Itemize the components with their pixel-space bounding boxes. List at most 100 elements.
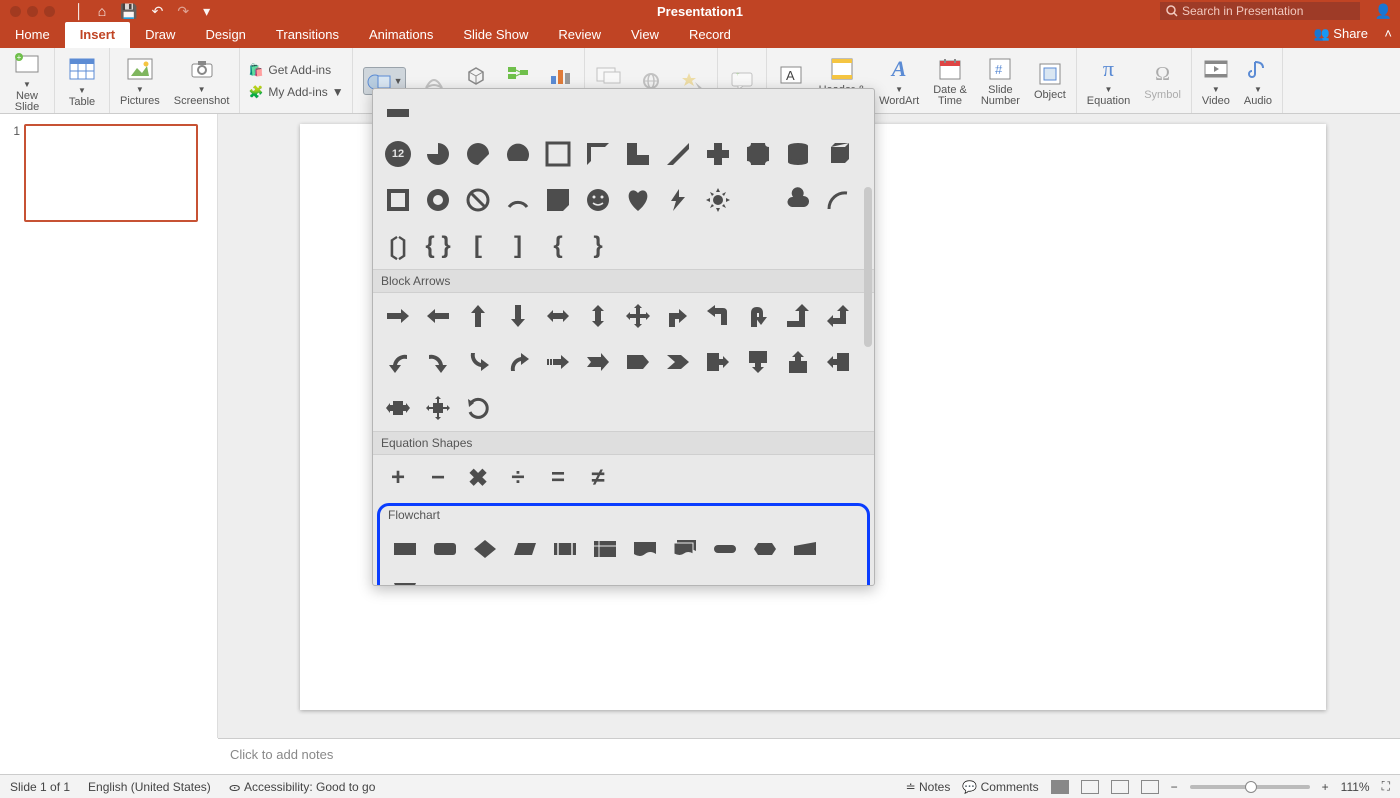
arrow-left-up[interactable] xyxy=(821,299,855,333)
object-button[interactable]: Object xyxy=(1032,58,1068,103)
comments-toggle[interactable]: 💬 Comments xyxy=(962,780,1038,794)
shape-teardrop[interactable] xyxy=(461,137,495,171)
arrow-callout-right[interactable] xyxy=(701,345,735,379)
arrow-bent[interactable] xyxy=(661,299,695,333)
eq-equal[interactable]: = xyxy=(541,461,575,495)
screenshot-button[interactable]: ▼ Screenshot xyxy=(172,53,232,109)
arrow-up[interactable] xyxy=(461,299,495,333)
arrow-notched-right[interactable] xyxy=(581,345,615,379)
home-icon[interactable]: ⌂ xyxy=(98,3,106,19)
shape-no-symbol[interactable] xyxy=(461,183,495,217)
new-slide-button[interactable]: + ▼ New Slide xyxy=(8,46,46,115)
get-addins-button[interactable]: 🛍️Get Add-ins xyxy=(248,62,343,78)
shape-can[interactable] xyxy=(781,137,815,171)
eq-divide[interactable]: ÷ xyxy=(501,461,535,495)
tab-record[interactable]: Record xyxy=(674,22,746,48)
thumb-slide-1[interactable]: 1 xyxy=(8,124,209,222)
shape-plaque[interactable] xyxy=(741,137,775,171)
status-slide[interactable]: Slide 1 of 1 xyxy=(10,780,70,794)
arrow-left[interactable] xyxy=(421,299,455,333)
arrow-pentagon[interactable] xyxy=(621,345,655,379)
shape-right-brace[interactable]: } xyxy=(581,229,615,263)
shape-sun[interactable] xyxy=(701,183,735,217)
min-dot[interactable] xyxy=(27,6,38,17)
notes-toggle[interactable]: ≐ Notes xyxy=(906,780,951,794)
slide-number-button[interactable]: #Slide Number xyxy=(979,53,1022,109)
arrow-callout-left[interactable] xyxy=(821,345,855,379)
table-button[interactable]: ▼ Table xyxy=(63,52,101,110)
zoom-in[interactable]: + xyxy=(1322,780,1329,794)
arrow-callout-up[interactable] xyxy=(781,345,815,379)
arrow-bent2[interactable] xyxy=(701,299,735,333)
tab-transitions[interactable]: Transitions xyxy=(261,22,354,48)
fc-multidoc[interactable] xyxy=(668,532,702,566)
thumb-preview[interactable] xyxy=(24,124,198,222)
arrow-chevron[interactable] xyxy=(661,345,695,379)
tab-animations[interactable]: Animations xyxy=(354,22,448,48)
arrow-quad[interactable] xyxy=(621,299,655,333)
window-controls[interactable] xyxy=(0,6,65,17)
view-normal[interactable] xyxy=(1051,780,1069,794)
shape-half-frame[interactable] xyxy=(581,137,615,171)
arrow-uturn[interactable] xyxy=(741,299,775,333)
tab-design[interactable]: Design xyxy=(190,22,260,48)
fc-internal-storage[interactable] xyxy=(588,532,622,566)
shape-heart[interactable] xyxy=(621,183,655,217)
shape-l-shape[interactable] xyxy=(621,137,655,171)
fc-data[interactable] xyxy=(508,532,542,566)
view-reading[interactable] xyxy=(1111,780,1129,794)
undo-icon[interactable]: ↶ xyxy=(152,3,164,20)
arrow-callout-down[interactable] xyxy=(741,345,775,379)
arrow-callout-lr[interactable] xyxy=(381,391,415,425)
fc-manual-input[interactable] xyxy=(788,532,822,566)
shape-lightning[interactable] xyxy=(661,183,695,217)
arrow-left-right[interactable] xyxy=(541,299,575,333)
arrow-striped-right[interactable] xyxy=(541,345,575,379)
shape-smiley[interactable] xyxy=(581,183,615,217)
arrow-bent-up[interactable] xyxy=(781,299,815,333)
fit-to-window[interactable]: ⛶ xyxy=(1382,779,1390,794)
shape-bevel[interactable] xyxy=(381,183,415,217)
shape-moon[interactable] xyxy=(741,183,775,217)
tab-draw[interactable]: Draw xyxy=(130,22,190,48)
arrow-curved-down[interactable] xyxy=(461,345,495,379)
shape-dodecagon[interactable]: 12 xyxy=(381,137,415,171)
max-dot[interactable] xyxy=(44,6,55,17)
arrow-callout-quad[interactable] xyxy=(421,391,455,425)
fc-alt-process[interactable] xyxy=(428,532,462,566)
eq-plus[interactable]: + xyxy=(381,461,415,495)
tab-view[interactable]: View xyxy=(616,22,674,48)
view-sorter[interactable] xyxy=(1081,780,1099,794)
search-box[interactable]: Search in Presentation xyxy=(1160,2,1360,20)
date-time-button[interactable]: Date & Time xyxy=(931,53,969,109)
shape-left-brace[interactable]: { xyxy=(541,229,575,263)
slide-thumbnails-panel[interactable]: 1 xyxy=(0,114,218,738)
shape-double-bracket[interactable]: 〔〕 xyxy=(381,229,415,263)
equation-button[interactable]: π▼Equation xyxy=(1085,53,1132,109)
symbol-button[interactable]: ΩSymbol xyxy=(1142,58,1183,103)
share-button[interactable]: Share xyxy=(1313,26,1368,42)
pictures-button[interactable]: ▼ Pictures xyxy=(118,53,162,109)
collapse-ribbon-icon[interactable]: ˄ xyxy=(1384,26,1392,41)
shape-frame[interactable] xyxy=(541,137,575,171)
shape-diagonal-stripe[interactable] xyxy=(661,137,695,171)
status-accessibility[interactable]: ᯣ Accessibility: Good to go xyxy=(229,778,376,795)
user-icon[interactable]: 👤 xyxy=(1375,3,1392,20)
save-icon[interactable]: 💾 xyxy=(120,3,137,20)
redo-icon[interactable]: ↷ xyxy=(177,3,189,20)
zoom-percent[interactable]: 111% xyxy=(1341,780,1370,794)
fc-manual-op[interactable] xyxy=(388,572,422,586)
shapes-dropdown[interactable]: 12 〔〕 { } [ ] { } Block Arrows xyxy=(372,88,875,586)
my-addins-button[interactable]: 🧩My Add-ins ▼ xyxy=(248,84,343,100)
video-button[interactable]: ▼Video xyxy=(1200,53,1232,109)
eq-not-equal[interactable]: ≠ xyxy=(581,461,615,495)
audio-button[interactable]: ▼Audio xyxy=(1242,53,1274,109)
shape-folded-corner[interactable] xyxy=(541,183,575,217)
eq-minus[interactable]: − xyxy=(421,461,455,495)
fc-preparation[interactable] xyxy=(748,532,782,566)
dropdown-scrollbar[interactable] xyxy=(864,187,872,347)
notes-pane[interactable]: Click to add notes xyxy=(218,738,1400,774)
fc-process[interactable] xyxy=(388,532,422,566)
arrow-curved-right[interactable] xyxy=(421,345,455,379)
arrow-curved-left[interactable] xyxy=(381,345,415,379)
